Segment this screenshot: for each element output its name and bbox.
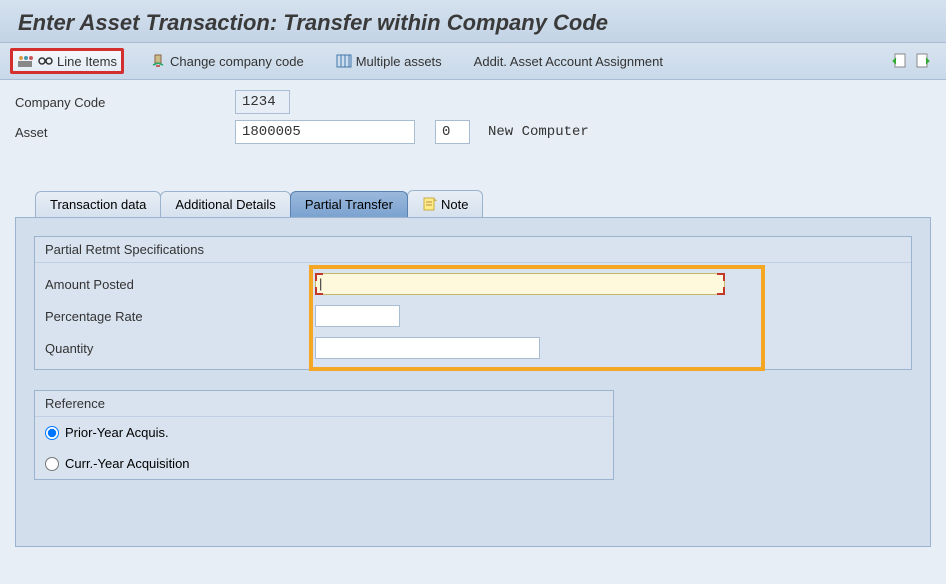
- partial-retmt-title: Partial Retmt Specifications: [35, 237, 911, 263]
- percentage-rate-input[interactable]: [315, 305, 400, 327]
- tab-content: Partial Retmt Specifications Amount Post…: [15, 217, 931, 547]
- percentage-rate-label: Percentage Rate: [45, 309, 315, 324]
- prior-year-radio[interactable]: [45, 426, 59, 440]
- tab-strip: Transaction data Additional Details Part…: [35, 190, 931, 217]
- curr-year-label: Curr.-Year Acquisition: [65, 456, 190, 471]
- header-form: Company Code Asset New Computer: [0, 80, 946, 160]
- asset-description: New Computer: [488, 124, 589, 140]
- change-company-button[interactable]: Change company code: [144, 50, 310, 72]
- glasses-icon: [37, 53, 53, 69]
- addit-assignment-label: Addit. Asset Account Assignment: [474, 54, 663, 69]
- multiple-assets-label: Multiple assets: [356, 54, 442, 69]
- page-title: Enter Asset Transaction: Transfer within…: [18, 10, 928, 36]
- reference-group: Reference Prior-Year Acquis. Curr.-Year …: [34, 390, 614, 480]
- partial-retmt-group: Partial Retmt Specifications Amount Post…: [34, 236, 912, 370]
- quantity-input[interactable]: [315, 337, 540, 359]
- line-items-button[interactable]: Line Items: [10, 48, 124, 74]
- note-icon: [422, 196, 438, 212]
- people-icon: [17, 53, 33, 69]
- asset-input[interactable]: [235, 120, 415, 144]
- doc-right-icon[interactable]: [914, 53, 930, 69]
- tab-note[interactable]: Note: [407, 190, 483, 217]
- amount-posted-label: Amount Posted: [45, 277, 315, 292]
- grid-icon: [336, 53, 352, 69]
- tab-note-label: Note: [441, 197, 468, 212]
- amount-posted-input[interactable]: |: [315, 273, 725, 295]
- doc-left-icon[interactable]: [892, 53, 908, 69]
- asset-sub-input[interactable]: [435, 120, 470, 144]
- addit-assignment-button[interactable]: Addit. Asset Account Assignment: [468, 51, 669, 72]
- change-icon: [150, 53, 166, 69]
- tab-additional-details[interactable]: Additional Details: [160, 191, 290, 217]
- multiple-assets-button[interactable]: Multiple assets: [330, 50, 448, 72]
- reference-title: Reference: [35, 391, 613, 417]
- quantity-label: Quantity: [45, 341, 315, 356]
- company-code-input[interactable]: [235, 90, 290, 114]
- company-code-label: Company Code: [15, 95, 215, 110]
- asset-label: Asset: [15, 125, 215, 140]
- curr-year-radio[interactable]: [45, 457, 59, 471]
- tab-transaction-data[interactable]: Transaction data: [35, 191, 161, 217]
- change-company-label: Change company code: [170, 54, 304, 69]
- toolbar: Line Items Change company code Multiple …: [0, 43, 946, 80]
- prior-year-label: Prior-Year Acquis.: [65, 425, 169, 440]
- page-header: Enter Asset Transaction: Transfer within…: [0, 0, 946, 43]
- tab-partial-transfer[interactable]: Partial Transfer: [290, 191, 408, 217]
- line-items-label: Line Items: [57, 54, 117, 69]
